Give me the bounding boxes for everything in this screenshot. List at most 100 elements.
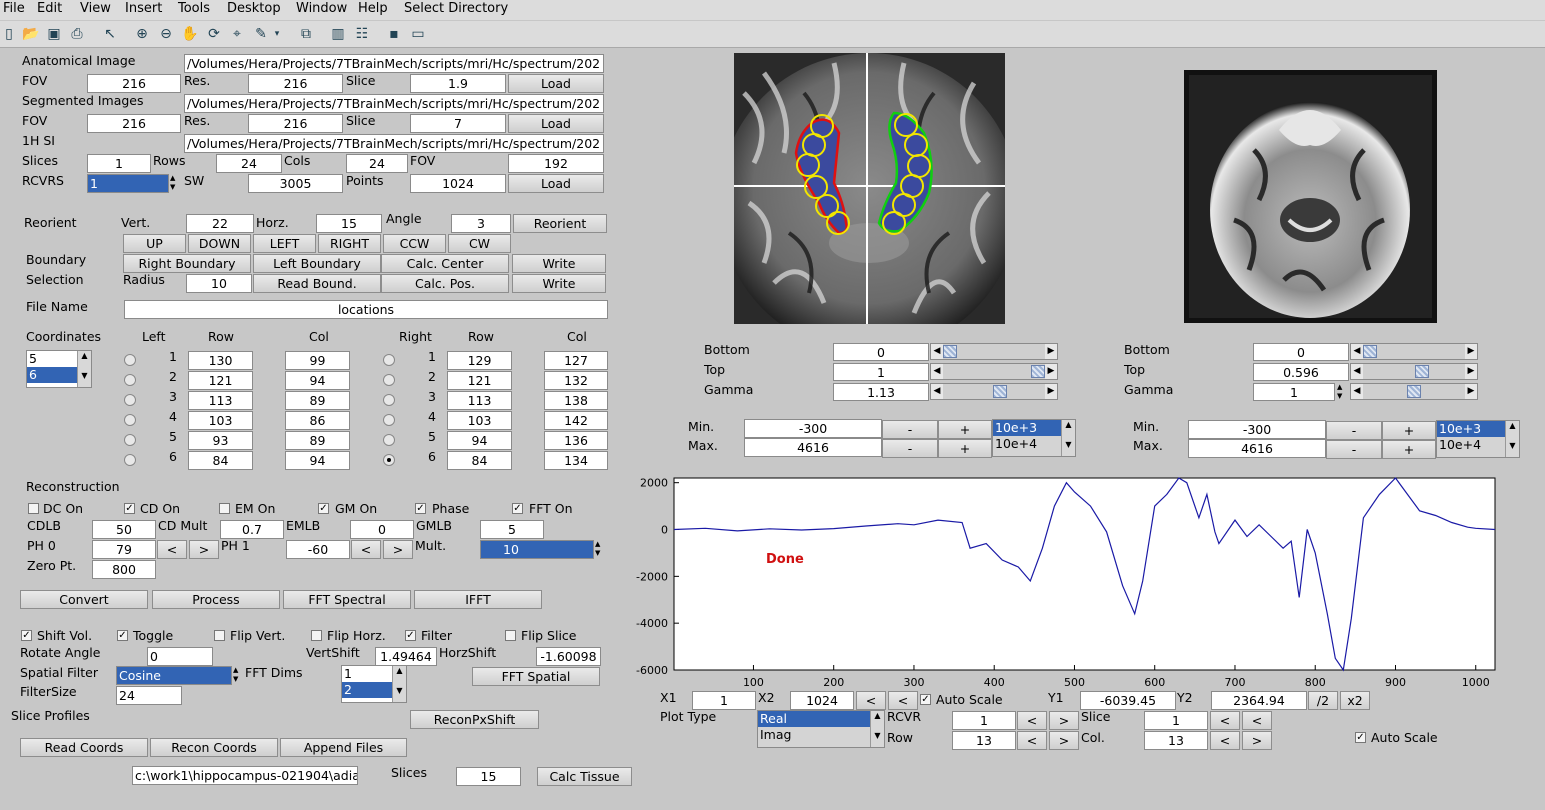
sw-field[interactable]: 3005	[248, 174, 343, 193]
col-next-button[interactable]: >	[1242, 731, 1272, 750]
cdmult-field[interactable]: 0.7	[220, 520, 284, 539]
min-field-1[interactable]: -300	[744, 419, 882, 438]
dc-on-checkbox[interactable]	[28, 503, 39, 514]
slice-prev-button[interactable]: <	[1210, 711, 1240, 730]
max-field-1[interactable]: 4616	[744, 438, 882, 457]
horz-field[interactable]: 15	[316, 214, 382, 233]
half-scale-button[interactable]: /2	[1308, 691, 1338, 710]
print-icon[interactable]: ⎙	[68, 25, 86, 43]
left-col-field[interactable]: 99	[285, 351, 350, 370]
down-button[interactable]: DOWN	[188, 234, 251, 253]
spatial-filter-spin-icon[interactable]: ▲ ▼	[233, 666, 238, 684]
mult-spin-icon[interactable]: ▲ ▼	[595, 540, 600, 558]
slider-left-arrow-icon[interactable]: ◀	[931, 344, 943, 359]
bottom-slider-1[interactable]: ◀ ▶	[930, 343, 1058, 360]
write-selection-button[interactable]: Write	[512, 274, 606, 293]
x-prev-button[interactable]: <	[856, 691, 886, 710]
rcvr-next-button[interactable]: >	[1049, 711, 1079, 730]
spatial-filter-dropdown[interactable]: Cosine	[116, 666, 232, 685]
slider-thumb[interactable]	[1415, 365, 1430, 378]
si-path-field[interactable]: /Volumes/Hera/Projects/7TBrainMech/scrip…	[184, 134, 604, 153]
reorient-button[interactable]: Reorient	[513, 214, 607, 233]
left-point-radio[interactable]	[124, 434, 136, 446]
colorbar-icon[interactable]: ▥	[329, 25, 347, 43]
left-point-radio[interactable]	[124, 354, 136, 366]
left-col-field[interactable]: 94	[285, 371, 350, 390]
slider-thumb[interactable]	[943, 345, 957, 358]
ph1-increase-button[interactable]: >	[383, 540, 413, 559]
gmlb-field[interactable]: 5	[480, 520, 544, 539]
max-plus-button-2[interactable]: +	[1382, 440, 1436, 459]
min-plus-button-2[interactable]: +	[1382, 421, 1436, 440]
top-slider-2[interactable]: ◀ ▶	[1350, 363, 1478, 380]
scale-option[interactable]: 10e+3	[993, 420, 1061, 436]
left-point-radio[interactable]	[124, 374, 136, 386]
right-row-field[interactable]: 129	[447, 351, 512, 370]
right-col-field[interactable]: 132	[544, 371, 608, 390]
menu-tools[interactable]: Tools	[178, 1, 210, 16]
left-point-radio[interactable]	[124, 394, 136, 406]
menu-select-directory[interactable]: Select Directory	[404, 1, 508, 16]
slider-left-arrow-icon[interactable]: ◀	[931, 384, 943, 399]
plot-type-listbox[interactable]: Real Imag	[757, 710, 885, 748]
radius-field[interactable]: 10	[186, 274, 252, 293]
link-plot-icon[interactable]: ⧉	[297, 25, 315, 43]
shift-vol-checkbox[interactable]: ✓	[21, 630, 32, 641]
data-cursor-icon[interactable]: ⌖	[228, 25, 246, 43]
right-point-radio[interactable]	[383, 354, 395, 366]
scale-option[interactable]: 10e+3	[1437, 421, 1505, 437]
x-next-button[interactable]: <	[888, 691, 918, 710]
top-field-2[interactable]: 0.596	[1253, 363, 1349, 381]
y2-field[interactable]: 2364.94	[1211, 691, 1307, 710]
right-point-radio[interactable]	[383, 454, 395, 466]
read-coords-button[interactable]: Read Coords	[20, 738, 148, 757]
left-row-field[interactable]: 93	[188, 431, 253, 450]
flip-slice-checkbox[interactable]	[505, 630, 516, 641]
cd-on-checkbox[interactable]: ✓	[124, 503, 135, 514]
slice-field-2[interactable]: 7	[410, 114, 506, 133]
zoom-in-icon[interactable]: ⊕	[133, 25, 151, 43]
rotate-icon[interactable]: ⟳	[205, 25, 223, 43]
dropdown-icon[interactable]: ▾	[272, 25, 282, 43]
right-col-field[interactable]: 127	[544, 351, 608, 370]
pan-hand-icon[interactable]: ✋	[181, 25, 199, 43]
left-row-field[interactable]: 113	[188, 391, 253, 410]
menu-desktop[interactable]: Desktop	[227, 1, 281, 16]
cdlb-field[interactable]: 50	[92, 520, 156, 539]
open-folder-icon[interactable]: 📂	[22, 25, 40, 43]
em-on-checkbox[interactable]	[219, 503, 230, 514]
fft-dims-scrollbar[interactable]: ▲ ▼	[392, 666, 406, 702]
coords-path-field[interactable]: c:\work1\hippocampus-021904\adia	[132, 766, 358, 785]
flip-horz-checkbox[interactable]	[311, 630, 322, 641]
min-minus-button-2[interactable]: -	[1326, 421, 1382, 440]
filter-size-field[interactable]: 24	[116, 686, 182, 705]
menu-edit[interactable]: Edit	[37, 1, 62, 16]
fov-field-2[interactable]: 216	[87, 114, 181, 133]
scale-scrollbar-1[interactable]: ▲ ▼	[1061, 420, 1075, 456]
angle-field[interactable]: 3	[451, 214, 511, 233]
row-prev-button[interactable]: <	[1017, 731, 1047, 750]
fft-spatial-button[interactable]: FFT Spatial	[472, 667, 600, 686]
left-row-field[interactable]: 103	[188, 411, 253, 430]
menu-file[interactable]: File	[3, 1, 25, 16]
min-field-2[interactable]: -300	[1188, 420, 1326, 439]
right-row-field[interactable]: 121	[447, 371, 512, 390]
process-button[interactable]: Process	[152, 590, 280, 609]
auto-scale-x-checkbox[interactable]: ✓	[920, 694, 931, 705]
menu-window[interactable]: Window	[296, 1, 347, 16]
coord-list-scrollbar[interactable]: ▲ ▼	[77, 351, 91, 387]
slider-left-arrow-icon[interactable]: ◀	[1351, 344, 1363, 359]
right-point-radio[interactable]	[383, 394, 395, 406]
gamma-field-2[interactable]: 1	[1253, 383, 1335, 401]
left-col-field[interactable]: 94	[285, 451, 350, 470]
legend-icon[interactable]: ☷	[353, 25, 371, 43]
slice-field-1[interactable]: 1.9	[410, 74, 506, 93]
mult-spinner[interactable]: 10	[480, 540, 594, 559]
menu-help[interactable]: Help	[358, 1, 388, 16]
min-plus-button-1[interactable]: +	[938, 420, 992, 439]
x2-field[interactable]: 1024	[790, 691, 854, 710]
right-point-radio[interactable]	[383, 434, 395, 446]
zero-pt-field[interactable]: 800	[92, 560, 156, 579]
right-col-field[interactable]: 136	[544, 431, 608, 450]
toggle-checkbox[interactable]: ✓	[117, 630, 128, 641]
